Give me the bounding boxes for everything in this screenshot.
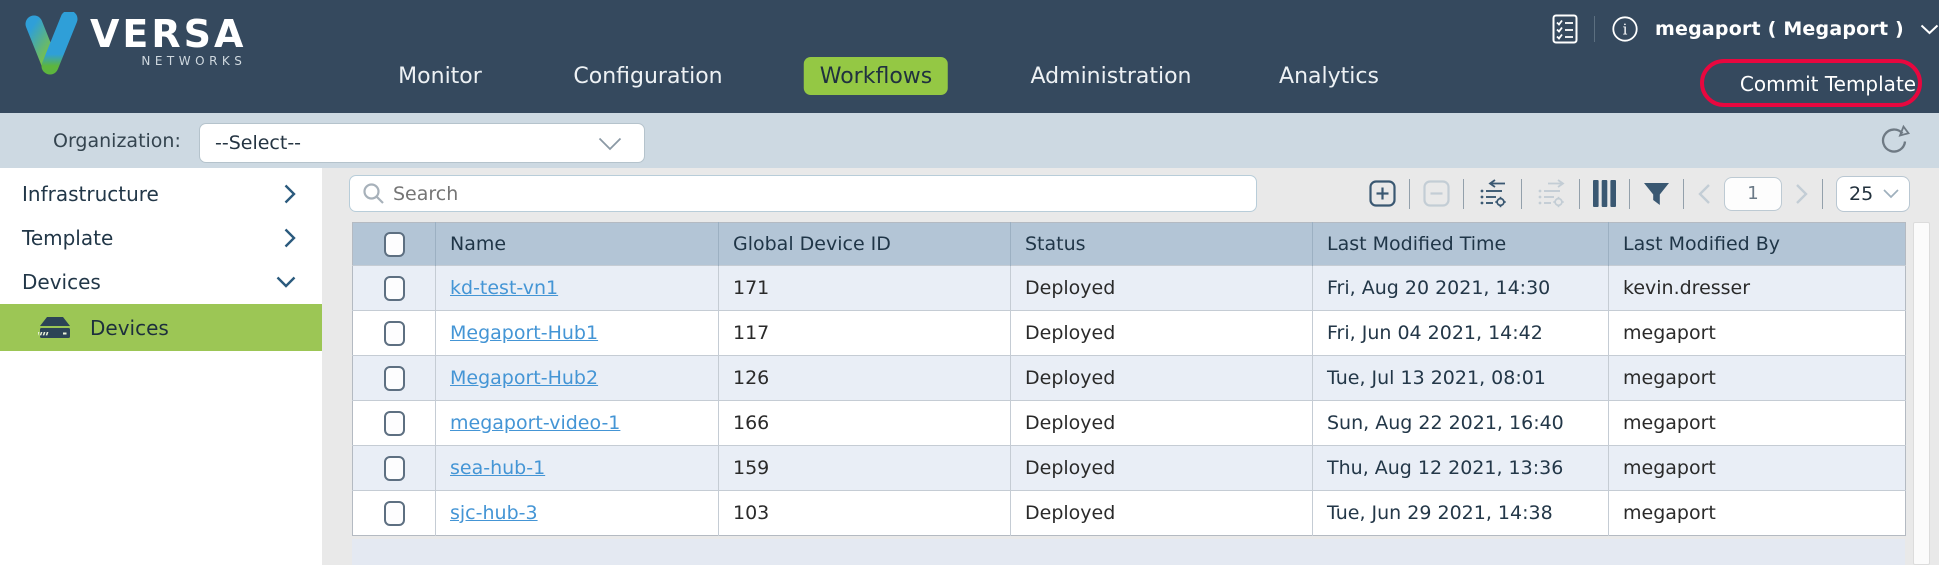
columns-icon[interactable]	[1593, 180, 1616, 207]
tab-administration[interactable]: Administration	[1031, 57, 1192, 95]
device-link[interactable]: megaport-video-1	[450, 412, 620, 434]
brand-name: VERSA	[90, 12, 246, 56]
table-row: sea-hub-1 159 Deployed Thu, Aug 12 2021,…	[353, 446, 1906, 491]
devices-table: Name Global Device ID Status Last Modifi…	[352, 222, 1906, 536]
table-row: Megaport-Hub2 126 Deployed Tue, Jul 13 2…	[353, 356, 1906, 401]
sidebar-subitem-devices-active[interactable]: Devices	[0, 304, 322, 351]
add-button[interactable]	[1369, 180, 1396, 207]
versa-logo-icon	[22, 12, 80, 78]
app-header: VERSA NETWORKS Monitor Configuration Wor…	[0, 0, 1939, 113]
device-link[interactable]: Megaport-Hub2	[450, 367, 598, 389]
device-link[interactable]: sjc-hub-3	[450, 502, 538, 524]
page-size-value: 25	[1849, 183, 1873, 205]
col-header-status[interactable]: Status	[1011, 223, 1313, 266]
svg-text:i: i	[1623, 21, 1628, 39]
refresh-button[interactable]	[1878, 124, 1910, 156]
row-checkbox[interactable]	[384, 321, 405, 346]
next-page-button[interactable]	[1795, 183, 1809, 205]
sidebar-item-template[interactable]: Template	[0, 216, 322, 260]
col-header-last-modified-by[interactable]: Last Modified By	[1609, 223, 1906, 266]
search-box	[349, 175, 1257, 212]
organization-bar: Organization: --Select--	[0, 113, 1939, 168]
brand-sub: NETWORKS	[90, 54, 246, 68]
row-checkbox[interactable]	[384, 366, 405, 391]
organization-select[interactable]: --Select--	[199, 123, 645, 163]
tab-workflows[interactable]: Workflows	[804, 57, 948, 95]
chevron-down-icon[interactable]	[1920, 24, 1939, 35]
filter-icon[interactable]	[1643, 182, 1670, 206]
commit-template-button[interactable]: Commit Template	[1740, 72, 1916, 96]
toolbar-divider	[1683, 179, 1684, 209]
header-divider	[1594, 16, 1595, 42]
user-menu[interactable]: megaport ( Megaport )	[1655, 18, 1904, 40]
task-list-icon[interactable]	[1552, 14, 1578, 44]
chevron-down-icon	[598, 137, 622, 151]
select-all-checkbox[interactable]	[384, 232, 405, 257]
row-checkbox[interactable]	[384, 501, 405, 526]
search-input[interactable]	[393, 183, 1256, 205]
sidebar: Infrastructure Template Devices	[0, 168, 322, 565]
prev-page-button[interactable]	[1697, 183, 1711, 205]
search-icon	[362, 182, 385, 205]
page-size-select[interactable]: 25	[1836, 176, 1910, 212]
toolbar-divider	[1579, 179, 1580, 209]
tab-monitor[interactable]: Monitor	[398, 57, 482, 95]
chevron-down-icon	[1883, 189, 1899, 199]
info-icon[interactable]: i	[1611, 15, 1639, 43]
chevron-down-icon	[276, 276, 296, 288]
row-checkbox[interactable]	[384, 411, 405, 436]
device-link[interactable]: sea-hub-1	[450, 457, 545, 479]
toolbar-divider	[1463, 179, 1464, 209]
row-checkbox[interactable]	[384, 456, 405, 481]
device-link[interactable]: Megaport-Hub1	[450, 322, 598, 344]
page-number-input[interactable]: 1	[1724, 177, 1782, 211]
tab-analytics[interactable]: Analytics	[1279, 57, 1379, 95]
sidebar-subitem-label: Devices	[90, 316, 169, 340]
table-row: kd-test-vn1 171 Deployed Fri, Aug 20 202…	[353, 266, 1906, 311]
table-footer-area	[352, 539, 1905, 565]
organization-label: Organization:	[53, 130, 181, 152]
appliance-icon	[38, 316, 72, 340]
table-row: megaport-video-1 166 Deployed Sun, Aug 2…	[353, 401, 1906, 446]
chevron-right-icon	[284, 184, 296, 204]
tab-configuration[interactable]: Configuration	[573, 57, 722, 95]
toolbar-divider	[1629, 179, 1630, 209]
col-header-global-device-id[interactable]: Global Device ID	[719, 223, 1011, 266]
chevron-right-icon	[284, 228, 296, 248]
import-template-button[interactable]	[1477, 179, 1508, 209]
remove-button[interactable]	[1423, 180, 1450, 207]
toolbar-divider	[1822, 179, 1823, 209]
vertical-scrollbar[interactable]	[1913, 222, 1930, 565]
organization-selected-value: --Select--	[215, 132, 301, 154]
col-header-last-modified-time[interactable]: Last Modified Time	[1313, 223, 1609, 266]
table-header-row: Name Global Device ID Status Last Modifi…	[353, 223, 1906, 266]
sidebar-item-infrastructure[interactable]: Infrastructure	[0, 172, 322, 216]
versa-director-window: VERSA NETWORKS Monitor Configuration Wor…	[0, 0, 1939, 565]
export-template-button[interactable]	[1535, 179, 1566, 209]
grid-toolbar: 1 25	[1369, 175, 1910, 212]
row-checkbox[interactable]	[384, 276, 405, 301]
device-link[interactable]: kd-test-vn1	[450, 277, 558, 299]
toolbar-divider	[1409, 179, 1410, 209]
toolbar-divider	[1521, 179, 1522, 209]
sidebar-item-devices[interactable]: Devices	[0, 260, 322, 304]
main-content: 1 25 Name	[322, 168, 1939, 565]
table-row: Megaport-Hub1 117 Deployed Fri, Jun 04 2…	[353, 311, 1906, 356]
versa-logo: VERSA NETWORKS	[22, 12, 246, 78]
col-header-name[interactable]: Name	[436, 223, 719, 266]
table-row: sjc-hub-3 103 Deployed Tue, Jun 29 2021,…	[353, 491, 1906, 536]
